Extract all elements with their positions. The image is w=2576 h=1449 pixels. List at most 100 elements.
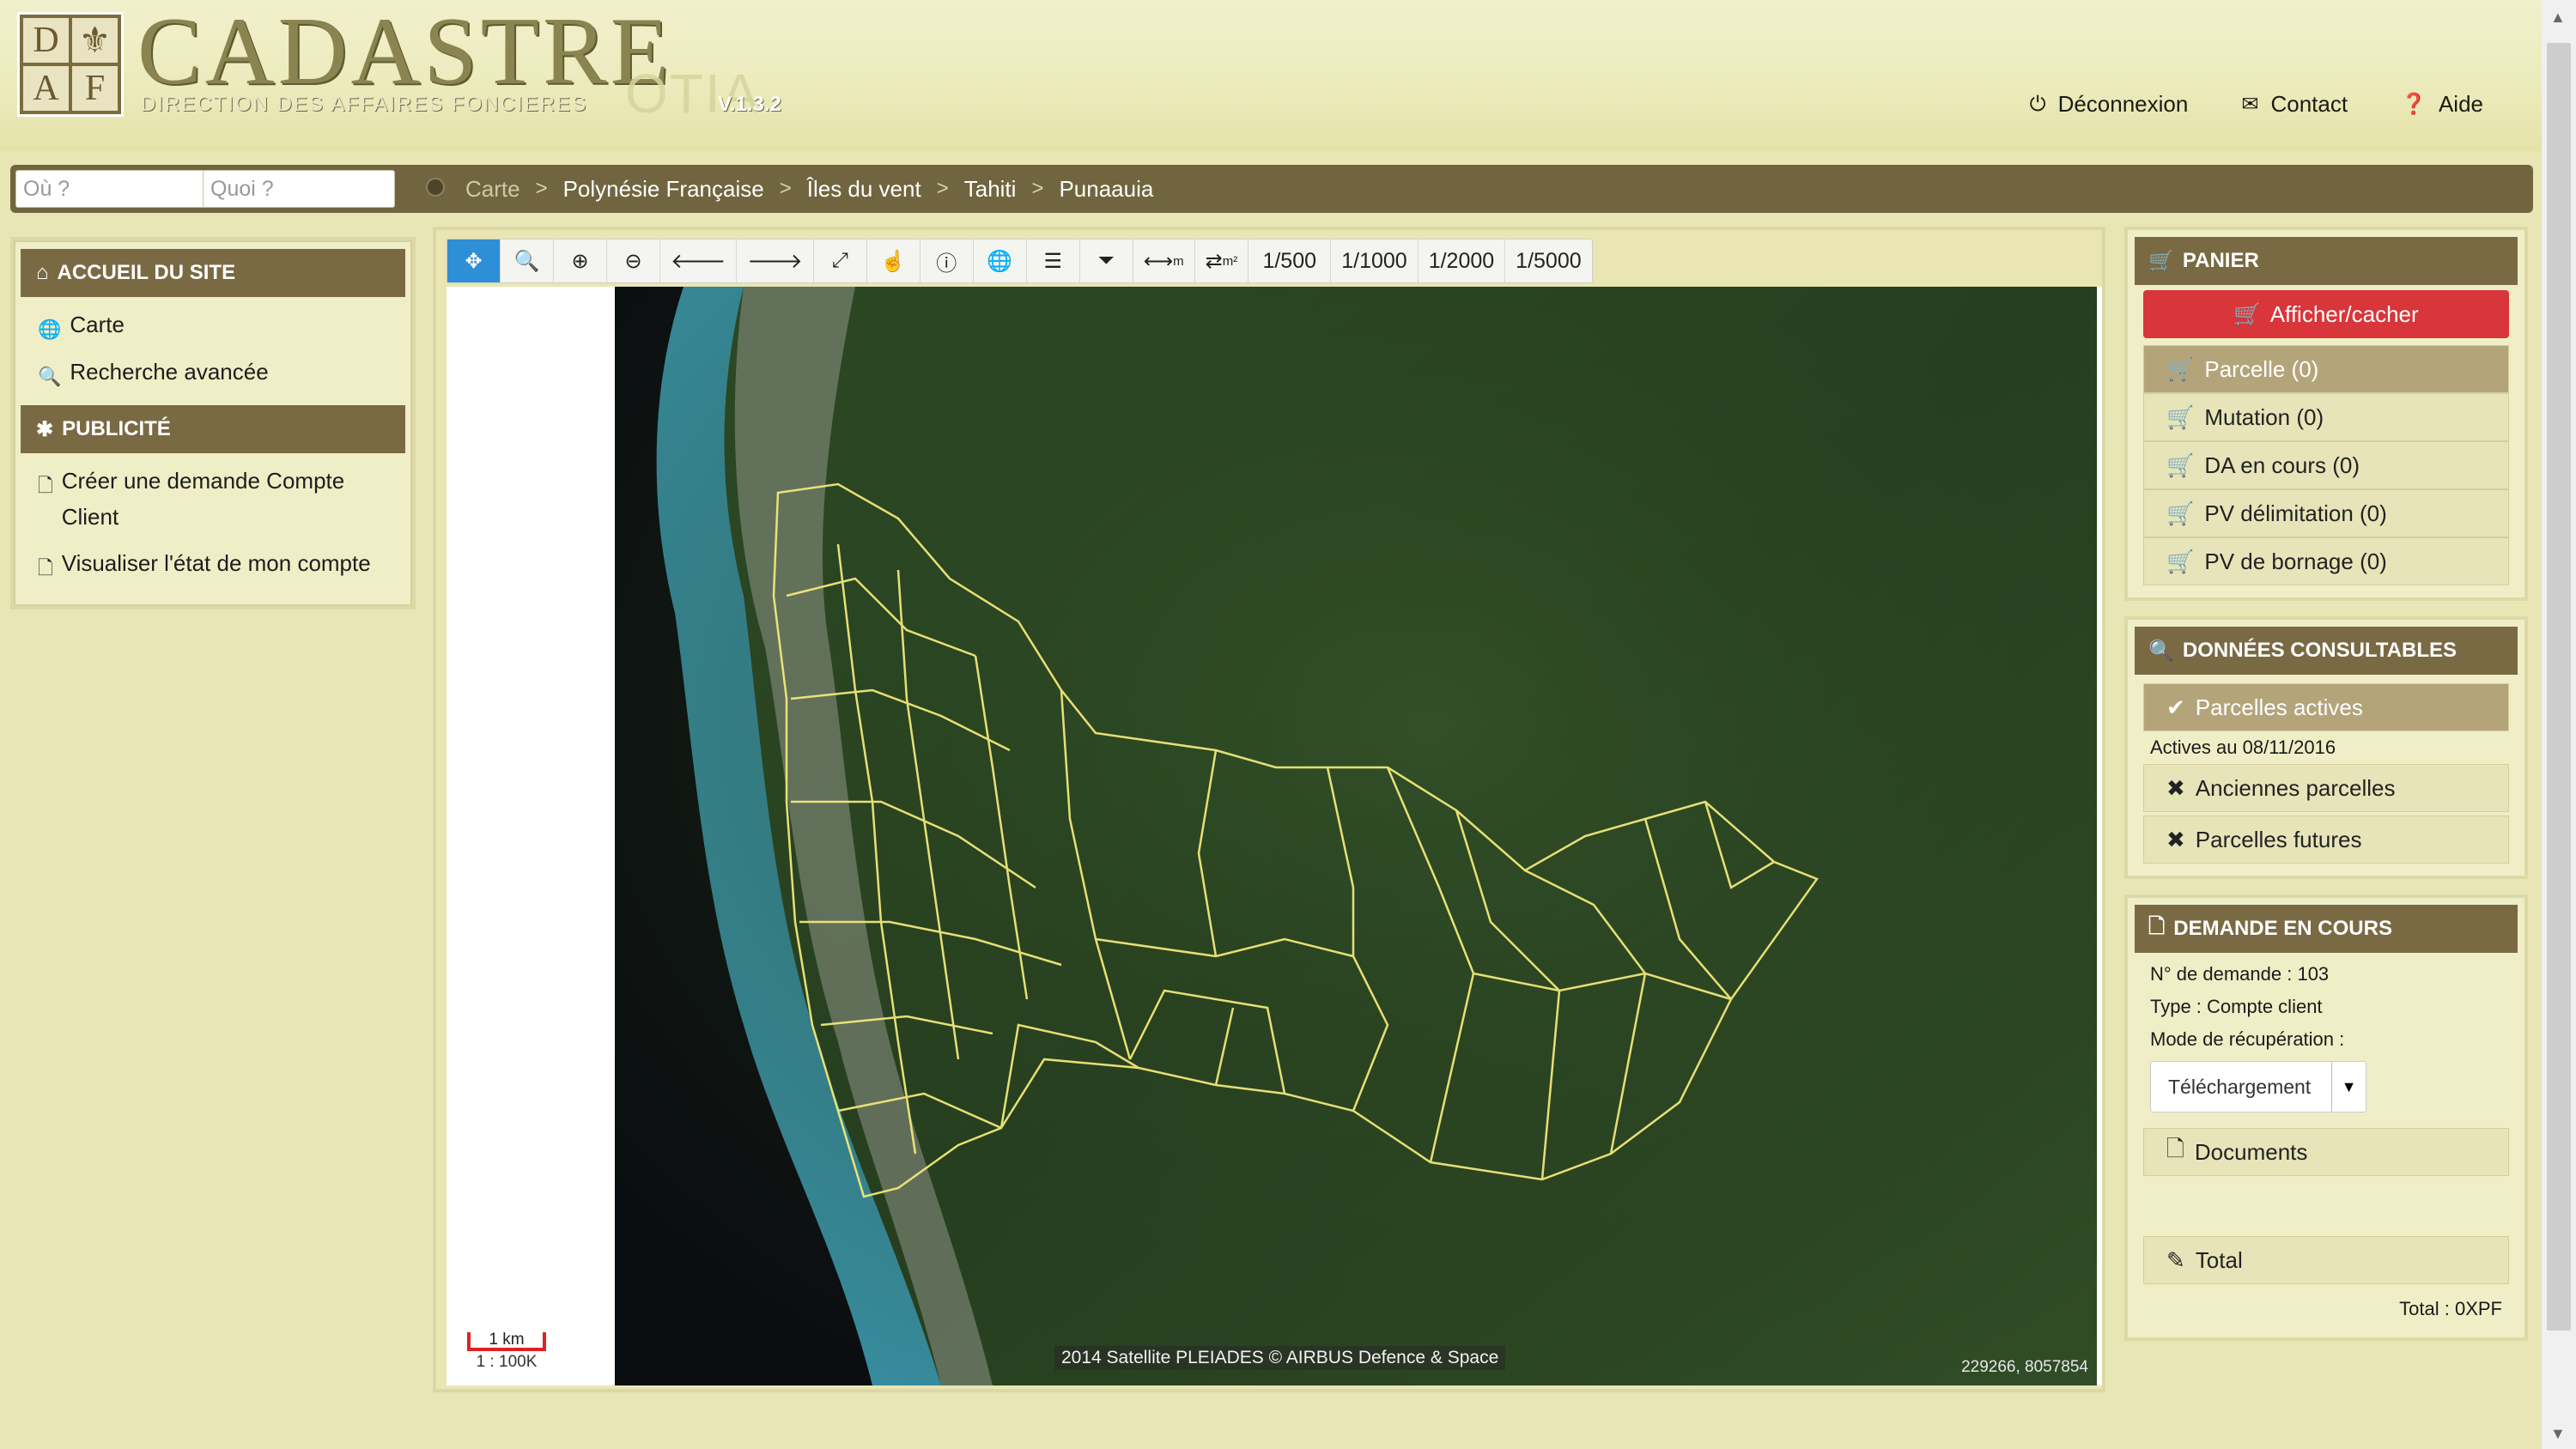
total-label: Total xyxy=(2195,1246,2243,1273)
menu-item-creer-demande[interactable]: 🗋 Créer une demande Compte Client xyxy=(21,453,405,545)
map-scale-bar: 1 km 1 : 100K xyxy=(467,1331,546,1372)
old-parcels-toggle[interactable]: ✖ Anciennes parcelles xyxy=(2143,764,2509,812)
forward-icon[interactable]: 🡒 xyxy=(737,239,814,282)
total-button[interactable]: ✎ Total xyxy=(2143,1236,2509,1284)
map-viewport[interactable]: 2014 Satellite PLEIADES © AIRBUS Defence… xyxy=(447,287,2102,1385)
retrieval-mode-select[interactable]: Téléchargement ▼ xyxy=(2150,1061,2366,1113)
filter-icon[interactable]: ⏷ xyxy=(1080,239,1133,282)
top-navigation: ⏻ Déconnexion ✉ Contact ❓ Aide xyxy=(2030,91,2483,118)
zoom-out-icon[interactable]: ⊖ xyxy=(607,239,660,282)
cart-title: PANIER xyxy=(2182,249,2259,272)
pan-icon[interactable]: ✥ xyxy=(447,239,501,282)
cart-item-parcelle[interactable]: 🛒 Parcelle (0) xyxy=(2143,345,2509,393)
active-parcels-toggle[interactable]: ✔ Parcelles actives xyxy=(2143,683,2509,731)
breadcrumb: Carte > Polynésie Française > Îles du ve… xyxy=(465,172,1153,206)
globe-icon xyxy=(426,178,445,197)
check-icon: ✔ xyxy=(2166,694,2185,720)
cart-icon: 🛒 xyxy=(2166,403,2195,430)
left-menu-panel: ⌂ ACCUEIL DU SITE 🌐 Carte 🔍 Recherche av… xyxy=(10,237,416,609)
envelope-icon: ✉ xyxy=(2241,93,2259,116)
breadcrumb-punaauia[interactable]: Punaauia xyxy=(1059,176,1153,203)
toggle-cart-button[interactable]: 🛒 Afficher/cacher xyxy=(2143,290,2509,338)
question-circle-icon: ❓ xyxy=(2401,93,2427,116)
scale-ratio: 1 : 100K xyxy=(476,1353,538,1371)
data-layers-title: DONNÉES CONSULTABLES xyxy=(2182,639,2458,662)
breadcrumb-tahiti[interactable]: Tahiti xyxy=(964,176,1017,203)
scrollbar-thumb[interactable] xyxy=(2547,43,2571,1331)
help-link[interactable]: ❓ Aide xyxy=(2401,91,2483,118)
menu-item-carte[interactable]: 🌐 Carte xyxy=(21,297,405,355)
file-icon: 🗋 xyxy=(2166,1136,2184,1161)
menu-item-recherche-avancee[interactable]: 🔍 Recherche avancée xyxy=(21,355,405,402)
hand-icon[interactable]: ☝ xyxy=(867,239,920,282)
satellite-map[interactable] xyxy=(615,287,2097,1385)
scroll-up-icon[interactable]: ▲ xyxy=(2550,9,2566,27)
map-toolbar: ✥ 🔍 ⊕ ⊖ 🡐 🡒 ⤢ ☝ ⓘ 🌐 ☰ ⏷ ⟷ m ⇄ m² 1/500 1/1… xyxy=(447,239,1593,283)
what-search-input[interactable] xyxy=(203,170,395,208)
scale-1000-button[interactable]: 1/1000 xyxy=(1331,239,1419,282)
scale-5000-button[interactable]: 1/5000 xyxy=(1505,239,1591,282)
cart-item-label: Parcelle (0) xyxy=(2204,355,2319,382)
map-coordinates: 229266, 8057854 xyxy=(1961,1358,2088,1376)
cart-item-da-en-cours[interactable]: 🛒 DA en cours (0) xyxy=(2143,441,2509,489)
breadcrumb-polynesie[interactable]: Polynésie Française xyxy=(563,176,764,203)
logout-link[interactable]: ⏻ Déconnexion xyxy=(2030,91,2189,118)
request-number: N° de demande : 103 xyxy=(2150,963,2330,985)
measure-length-button[interactable]: ⟷ m xyxy=(1133,239,1195,282)
cross-icon: ✖ xyxy=(2166,774,2185,801)
logo-letter-f: F xyxy=(72,66,118,111)
scroll-down-icon[interactable]: ▼ xyxy=(2550,1425,2566,1443)
cart-icon: 🛒 xyxy=(2166,452,2195,478)
pencil-icon: ✎ xyxy=(2166,1246,2185,1273)
breadcrumb-carte[interactable]: Carte xyxy=(465,176,520,203)
file-icon: 🗋 xyxy=(2148,914,2166,938)
active-parcels-date: Actives au 08/11/2016 xyxy=(2150,737,2336,758)
logout-label: Déconnexion xyxy=(2057,91,2189,117)
cart-item-mutation[interactable]: 🛒 Mutation (0) xyxy=(2143,393,2509,441)
documents-button[interactable]: 🗋 Documents xyxy=(2143,1128,2509,1176)
right-column: 🛒 PANIER 🛒 Afficher/cacher 🛒 Parcelle (0)… xyxy=(2124,227,2528,1356)
logo-letter-d: D xyxy=(23,18,69,63)
vertical-scrollbar[interactable]: ▲ ▼ xyxy=(2542,0,2576,1449)
breadcrumb-separator: > xyxy=(535,177,548,200)
request-type: Type : Compte client xyxy=(2150,996,2323,1017)
cart-item-pv-bornage[interactable]: 🛒 PV de bornage (0) xyxy=(2143,537,2509,585)
documents-label: Documents xyxy=(2194,1138,2308,1165)
daf-logo: D ⚜ A F xyxy=(17,12,124,117)
breadcrumb-separator: > xyxy=(1031,177,1044,200)
contact-link[interactable]: ✉ Contact xyxy=(2241,91,2348,118)
data-layers-header: 🔍 DONNÉES CONSULTABLES xyxy=(2135,627,2518,675)
home-section-title: ACCUEIL DU SITE xyxy=(57,261,236,284)
cart-icon: 🛒 xyxy=(2233,300,2262,327)
scale-2000-button[interactable]: 1/2000 xyxy=(1419,239,1506,282)
menu-item-label: Recherche avancée xyxy=(70,359,269,385)
home-icon: ⌂ xyxy=(36,261,49,284)
cart-item-pv-delimitation[interactable]: 🛒 PV délimitation (0) xyxy=(2143,489,2509,537)
layers-list-icon[interactable]: ☰ xyxy=(1027,239,1080,282)
breadcrumb-iles-du-vent[interactable]: Îles du vent xyxy=(807,176,921,203)
logo-emblem: ⚜ xyxy=(72,18,118,63)
globe-icon[interactable]: 🌐 xyxy=(974,239,1027,282)
zoom-in-icon[interactable]: ⊕ xyxy=(554,239,607,282)
site-subtitle: DIRECTION DES AFFAIRES FONCIERES xyxy=(141,93,588,116)
back-icon[interactable]: 🡐 xyxy=(660,239,738,282)
zoom-box-icon[interactable]: 🔍 xyxy=(501,239,554,282)
breadcrumb-separator: > xyxy=(936,177,949,200)
measure-area-button[interactable]: ⇄ m² xyxy=(1195,239,1249,282)
documents-list xyxy=(2136,1176,2516,1236)
cart-icon: 🛒 xyxy=(2166,548,2195,574)
scale-500-button[interactable]: 1/500 xyxy=(1249,239,1332,282)
where-search-input[interactable] xyxy=(15,170,208,208)
globe-icon: 🌐 xyxy=(38,318,62,340)
menu-item-visualiser-compte[interactable]: 🗋 Visualiser l'état de mon compte xyxy=(21,546,405,593)
scale-bar-label: 1 km xyxy=(467,1331,546,1351)
help-label: Aide xyxy=(2438,91,2483,117)
publicity-section-header: ✱ PUBLICITÉ xyxy=(21,405,405,454)
search-breadcrumb-bar: Carte > Polynésie Française > Îles du ve… xyxy=(10,165,2533,213)
retrieval-mode-value: Téléchargement xyxy=(2168,1075,2312,1098)
logo-letter-a: A xyxy=(23,66,69,111)
info-icon[interactable]: ⓘ xyxy=(920,239,974,282)
fullscreen-icon[interactable]: ⤢ xyxy=(814,239,867,282)
future-parcels-toggle[interactable]: ✖ Parcelles futures xyxy=(2143,815,2509,864)
current-request-header: 🗋 DEMANDE EN COURS xyxy=(2135,905,2518,953)
